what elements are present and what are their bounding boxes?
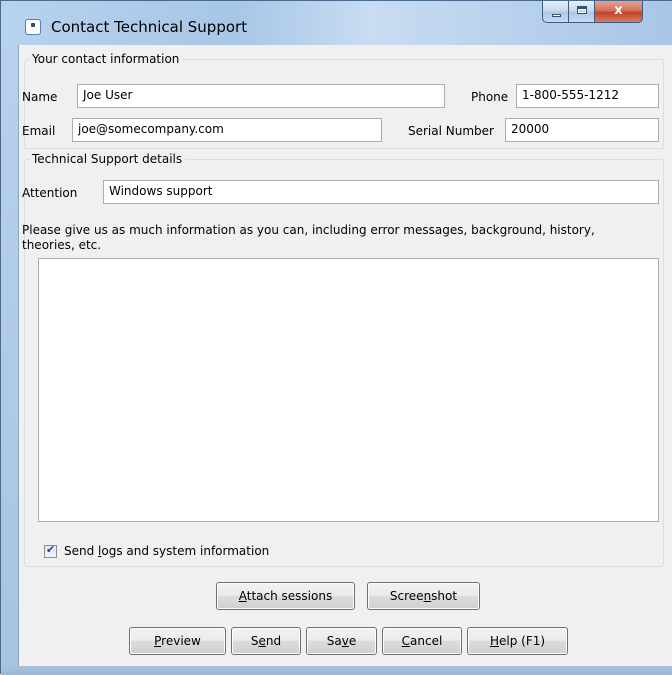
cancel-button[interactable]: Cancel bbox=[382, 627, 462, 655]
window-frame: Contact Technical Support x Your contact… bbox=[0, 0, 672, 675]
preview-button[interactable]: Preview bbox=[129, 627, 226, 655]
screenshot-button[interactable]: Screenshot bbox=[367, 582, 480, 610]
attention-label: Attention bbox=[22, 186, 78, 200]
attention-field[interactable]: Windows support bbox=[103, 180, 659, 204]
minimize-button[interactable] bbox=[542, 1, 569, 23]
title-bar[interactable]: Contact Technical Support x bbox=[1, 1, 672, 45]
window-title: Contact Technical Support bbox=[51, 18, 248, 36]
close-icon: x bbox=[614, 3, 623, 18]
name-field[interactable]: Joe User bbox=[77, 84, 445, 108]
save-button[interactable]: Save bbox=[306, 627, 377, 655]
email-label: Email bbox=[22, 124, 56, 138]
help-button[interactable]: Help (F1) bbox=[467, 627, 568, 655]
send-logs-checkbox[interactable] bbox=[44, 543, 57, 558]
send-logs-label: Send logs and system information bbox=[64, 544, 270, 558]
instructions-line-1: Please give us as much information as yo… bbox=[22, 223, 595, 237]
caption-buttons: x bbox=[542, 1, 643, 23]
description-textarea[interactable] bbox=[38, 258, 659, 522]
email-field[interactable]: joe@somecompany.com bbox=[72, 118, 382, 142]
dialog-client-area: Your contact information Name Joe User P… bbox=[18, 45, 672, 666]
instructions-line-2: theories, etc. bbox=[22, 238, 102, 252]
name-label: Name bbox=[22, 90, 58, 104]
phone-field[interactable]: 1-800-555-1212 bbox=[516, 84, 659, 108]
contact-info-legend: Your contact information bbox=[32, 52, 180, 66]
serial-number-label: Serial Number bbox=[408, 124, 494, 138]
serial-number-field[interactable]: 20000 bbox=[505, 118, 659, 142]
maximize-icon bbox=[577, 6, 587, 14]
app-icon bbox=[25, 19, 41, 35]
support-details-legend: Technical Support details bbox=[32, 152, 183, 166]
send-button[interactable]: Send bbox=[231, 627, 301, 655]
minimize-icon bbox=[552, 14, 561, 17]
attach-sessions-button[interactable]: Attach sessions bbox=[216, 582, 355, 610]
phone-label: Phone bbox=[471, 90, 509, 104]
maximize-button[interactable] bbox=[569, 1, 595, 23]
close-button[interactable]: x bbox=[595, 1, 643, 23]
